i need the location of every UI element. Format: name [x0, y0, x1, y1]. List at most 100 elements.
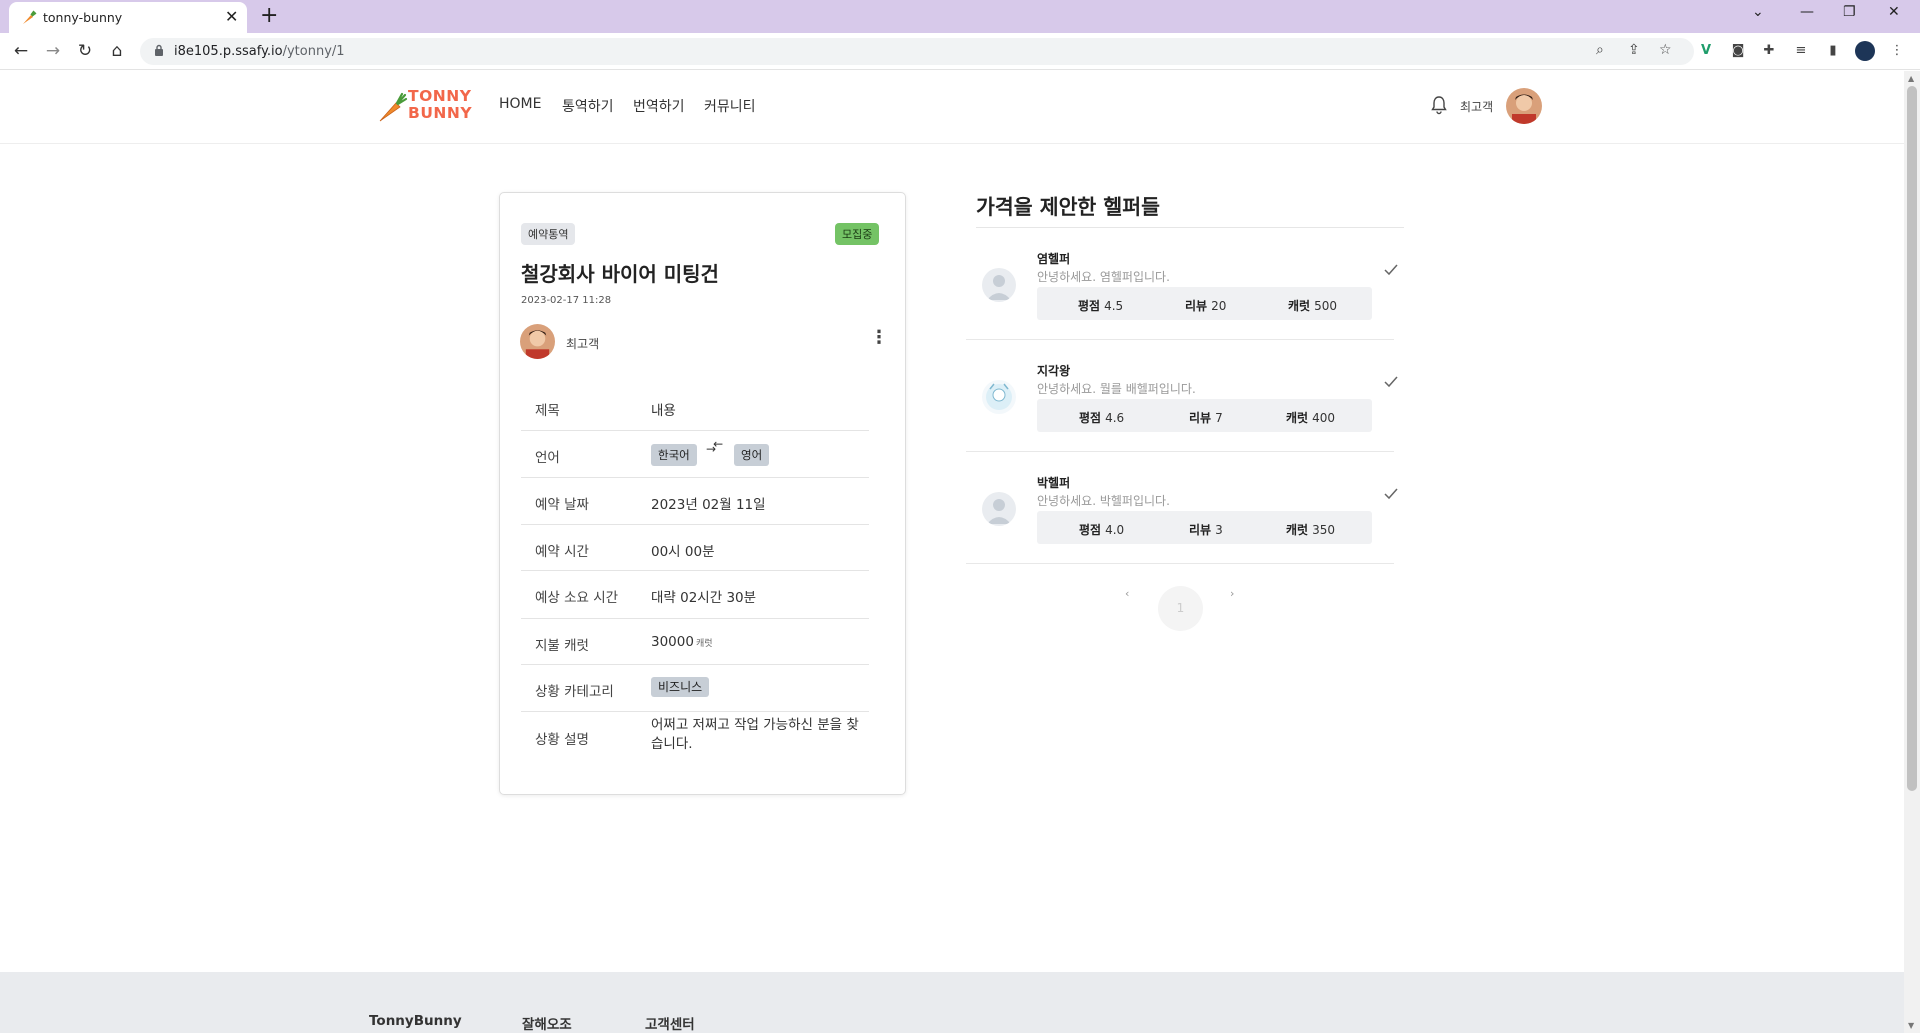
helper-rating: 평점 4.0 — [1079, 523, 1125, 537]
swap-arrows-icon: →← — [706, 437, 724, 456]
helper-item[interactable]: 박헬퍼 안녕하세요. 박헬퍼입니다. 평점 4.0 리뷰 3 캐럿 350 — [966, 452, 1398, 564]
address-bar: ← → ↻ ⌂ i8e105.p.ssafy.io/ytonny/1 ⌕ ⇪ ☆… — [0, 33, 1920, 70]
footer-support[interactable]: 고객센터 — [645, 1013, 695, 1033]
helper-name: 박헬퍼 — [1037, 476, 1071, 490]
info-row-date: 예약 날짜 2023년 02월 11일 — [521, 478, 869, 525]
helper-stats: 평점 4.0 리뷰 3 캐럿 350 — [1037, 511, 1372, 544]
helper-carrot: 캐럿 400 — [1286, 411, 1335, 425]
helper-avatar — [982, 268, 1016, 302]
info-row-description: 상황 설명 어쩌고 저쩌고 작업 가능하신 분을 찾습니다. — [521, 712, 869, 762]
home-icon[interactable]: ⌂ — [107, 41, 127, 61]
helper-carrot: 캐럿 500 — [1288, 299, 1337, 313]
pay-label: 지불 캐럿 — [535, 638, 589, 654]
pay-unit: 캐럿 — [695, 639, 713, 649]
page-number-current[interactable]: 1 — [1158, 586, 1203, 631]
helper-reviews: 리뷰 7 — [1189, 411, 1223, 425]
reserve-date-value: 2023년 02월 11일 — [651, 497, 766, 513]
back-icon[interactable]: ← — [11, 41, 31, 61]
header-user-name[interactable]: 최고객 — [1460, 98, 1493, 115]
new-tab-icon[interactable]: + — [260, 3, 278, 28]
duration-value: 대략 02시간 30분 — [651, 590, 757, 606]
url-field[interactable]: i8e105.p.ssafy.io/ytonny/1 ⌕ ⇪ ☆ — [140, 38, 1694, 65]
request-date: 2023-02-17 11:28 — [521, 295, 612, 306]
nav-home[interactable]: HOME — [499, 96, 541, 112]
reload-icon[interactable]: ↻ — [75, 41, 95, 61]
minimize-icon[interactable]: — — [1800, 4, 1814, 20]
carrot-favicon-icon — [23, 10, 37, 24]
request-card: 예약통역 모집중 철강회사 바이어 미팅건 2023-02-17 11:28 최… — [499, 192, 906, 795]
bell-icon[interactable] — [1431, 95, 1447, 115]
nav-translate[interactable]: 번역하기 — [633, 96, 685, 116]
helper-stats: 평점 4.5 리뷰 20 캐럿 500 — [1037, 287, 1372, 320]
nav-interpret[interactable]: 통역하기 — [562, 96, 614, 116]
helper-item[interactable]: 염헬퍼 안녕하세요. 염헬퍼입니다. 평점 4.5 리뷰 20 캐럿 500 — [966, 228, 1398, 340]
tab-title: tonny-bunny — [43, 10, 123, 25]
language-label: 언어 — [535, 450, 560, 466]
vue-devtools-icon[interactable]: V — [1696, 41, 1716, 61]
select-check-icon[interactable] — [1384, 264, 1398, 276]
source-language-chip: 한국어 — [651, 444, 697, 466]
helper-reviews: 리뷰 20 — [1185, 299, 1227, 313]
page-content: TONNY BUNNY HOME 통역하기 번역하기 커뮤니티 최고객 예약통역… — [0, 71, 1904, 1033]
scrollbar-thumb[interactable] — [1907, 86, 1917, 791]
table-header-label: 제목 — [535, 403, 560, 419]
next-page-icon[interactable]: › — [1230, 587, 1234, 600]
helper-rating: 평점 4.5 — [1078, 299, 1124, 313]
category-value: 비즈니스 — [651, 677, 710, 697]
prev-page-icon[interactable]: ‹ — [1125, 587, 1129, 600]
zoom-icon[interactable]: ⌕ — [1596, 42, 1604, 58]
share-icon[interactable]: ⇪ — [1628, 42, 1640, 58]
table-header-value: 내용 — [651, 403, 676, 419]
helpers-section-title: 가격을 제안한 헬퍼들 — [976, 195, 1161, 219]
helper-rating: 평점 4.6 — [1079, 411, 1125, 425]
site-logo[interactable]: TONNY BUNNY — [376, 85, 473, 125]
info-row-header: 제목 내용 — [521, 385, 869, 431]
author-avatar[interactable] — [520, 324, 555, 359]
helper-greeting: 안녕하세요. 뭘를 배헬퍼입니다. — [1037, 382, 1196, 396]
side-panel-icon[interactable]: ▮ — [1823, 41, 1843, 61]
info-row-pay: 지불 캐럿 30000 캐럿 — [521, 619, 869, 665]
browser-tab[interactable]: tonny-bunny ✕ — [9, 2, 247, 33]
footer-team[interactable]: 잘해오조 — [522, 1013, 572, 1033]
select-check-icon[interactable] — [1384, 376, 1398, 388]
scroll-up-icon[interactable]: ▲ — [1908, 74, 1914, 83]
info-row-category: 상황 카테고리 비즈니스 — [521, 665, 869, 712]
browser-tab-bar: tonny-bunny ✕ + ⌄ — ❐ ✕ — [0, 0, 1920, 33]
helper-item[interactable]: 지각왕 안녕하세요. 뭘를 배헬퍼입니다. 평점 4.6 리뷰 7 캐럿 400 — [966, 340, 1398, 452]
tab-search-icon[interactable]: ⌄ — [1752, 4, 1764, 20]
request-type-chip: 예약통역 — [521, 223, 576, 245]
description-value: 어쩌고 저쩌고 작업 가능하신 분을 찾습니다. — [651, 717, 859, 752]
lock-icon — [155, 44, 163, 56]
target-language-chip: 영어 — [734, 444, 770, 466]
close-tab-icon[interactable]: ✕ — [225, 7, 238, 26]
bookmark-star-icon[interactable]: ☆ — [1659, 42, 1672, 58]
close-window-icon[interactable]: ✕ — [1888, 4, 1900, 20]
extensions-icon[interactable]: ✚ — [1759, 41, 1779, 61]
carrot-logo-icon — [379, 92, 408, 122]
helper-avatar — [982, 380, 1016, 414]
forward-icon[interactable]: → — [43, 41, 63, 61]
select-check-icon[interactable] — [1384, 488, 1398, 500]
category-chip: 비즈니스 — [651, 677, 710, 697]
browser-menu-icon[interactable]: ⋮ — [1887, 41, 1907, 61]
logo-text-bunny: BUNNY — [408, 104, 473, 122]
info-row-duration: 예상 소요 시간 대략 02시간 30분 — [521, 571, 869, 619]
reserve-date-label: 예약 날짜 — [535, 497, 589, 513]
author-name: 최고객 — [566, 337, 600, 351]
more-options-icon[interactable]: ⋮ — [870, 329, 888, 347]
nav-community[interactable]: 커뮤니티 — [704, 96, 756, 116]
restore-icon[interactable]: ❐ — [1843, 4, 1856, 20]
helper-carrot: 캐럿 350 — [1286, 523, 1335, 537]
reading-list-icon[interactable]: ≡ — [1791, 41, 1811, 61]
scroll-down-icon[interactable]: ▼ — [1908, 1021, 1914, 1030]
pay-value: 30000 캐럿 — [651, 634, 713, 650]
helper-name: 지각왕 — [1037, 364, 1071, 378]
camera-icon[interactable]: ◙ — [1728, 41, 1748, 61]
url-text: i8e105.p.ssafy.io/ytonny/1 — [174, 44, 345, 59]
reserve-time-label: 예약 시간 — [535, 544, 589, 560]
profile-avatar-icon[interactable] — [1855, 41, 1875, 61]
description-label: 상황 설명 — [535, 732, 589, 748]
info-row-language: 언어 한국어 →← 영어 — [521, 431, 869, 478]
page-scrollbar[interactable]: ▲ ▼ — [1904, 71, 1920, 1033]
header-avatar[interactable] — [1506, 88, 1542, 124]
